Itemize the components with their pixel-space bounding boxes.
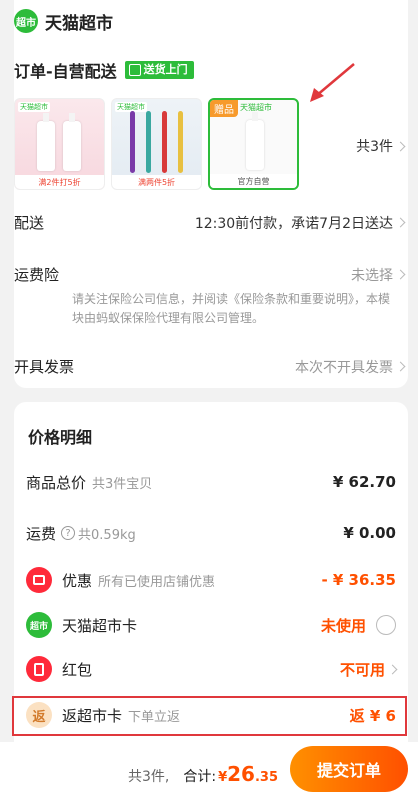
insurance-value: 未选择 [351,267,393,284]
rebate-highlight-box [12,696,407,736]
chevron-right-icon [395,361,406,372]
order-title: 订单-自营配送 [14,62,117,81]
delivery-tag-label: 送货上门 [143,63,188,76]
store-header[interactable]: 超市 天猫超市 [14,8,113,34]
total-price: ¥26.35 [218,762,278,786]
store-name: 天猫超市 [45,13,113,34]
total-count: 共3件, [128,769,170,785]
delivery-label: 配送 [14,214,45,232]
chevron-right-icon [387,664,398,674]
gift-badge: 赠品 [210,100,238,117]
thumb-promo: 满两件5折 [112,175,201,189]
shipping-insurance-row[interactable]: 运费险 未选择 [14,264,406,285]
redpacket-value: 不可用 [339,660,385,679]
submit-order-button[interactable]: 提交订单 [290,746,408,792]
house-icon [128,64,141,76]
product-thumbnail[interactable]: 天猫超市 满2件打5折 [14,98,105,190]
discount-label: 优惠 [62,571,93,590]
price-detail-card: 价格明细 商品总价 共3件宝贝 ¥ 62.70 运费 ? 共0.59kg ¥ 0… [14,402,408,742]
thumb-official: 官方自营 [210,174,297,188]
discount-sub: 所有已使用店铺优惠 [98,574,216,590]
chevron-right-icon [395,217,406,228]
tmall-card-radio[interactable] [376,615,396,635]
checkout-bar: 共3件, 合计: ¥26.35 提交订单 [0,742,418,800]
tmall-card-row[interactable]: 超市 天猫超市卡 未使用 [26,609,396,641]
product-thumbnails[interactable]: 天猫超市 满2件打5折 天猫超市 满两件5折 赠品 天猫超市 官方自营 [14,98,299,190]
total-summary: 共3件, 合计: ¥26.35 [128,762,278,786]
insurance-label: 运费险 [14,266,60,284]
shipping-weight: 共0.59kg [78,527,136,543]
invoice-label: 开具发票 [14,358,75,376]
delivery-value: 12:30前付款，承诺7月2日送达 [194,215,393,232]
tmall-card-label: 天猫超市卡 [62,616,138,635]
item-count-link[interactable]: 共3件 [356,136,406,156]
goods-count: 共3件宝贝 [92,476,153,492]
discount-row[interactable]: 优惠 所有已使用店铺优惠 - ¥ 36.35 [26,564,396,596]
discount-value: - ¥ 36.35 [321,571,396,589]
product-thumbnail[interactable]: 天猫超市 满两件5折 [111,98,202,190]
thumb-promo: 满2件打5折 [15,175,104,189]
goods-total-label: 商品总价 [26,473,87,492]
redpacket-label: 红包 [62,660,93,679]
help-icon[interactable]: ? [61,526,76,540]
order-title-row: 订单-自营配送 送货上门 [14,58,194,82]
invoice-row[interactable]: 开具发票 本次不开具发票 [14,356,406,377]
redpacket-row[interactable]: 红包 不可用 [26,653,398,685]
red-packet-icon [26,656,52,682]
annotation-arrow-icon [310,63,355,102]
insurance-description: 请关注保险公司信息，并阅读《保险条款和重要说明》，本模块由蚂蚁保保险代理有限公司… [72,292,391,325]
delivery-tag: 送货上门 [124,61,194,79]
supermarket-card-icon: 超市 [26,612,52,638]
chevron-right-icon [395,141,406,151]
shipping-fee-label: 运费 [26,524,57,543]
goods-total-value: ¥ 62.70 [332,473,396,491]
tmall-card-value: 未使用 [320,616,366,635]
shipping-fee-value: ¥ 0.00 [343,524,396,542]
coupon-icon [26,567,52,593]
chevron-right-icon [395,269,406,280]
price-detail-title: 价格明细 [28,428,93,447]
product-thumbnail-gift[interactable]: 赠品 天猫超市 官方自营 [208,98,299,190]
delivery-row[interactable]: 配送 12:30前付款，承诺7月2日送达 [14,212,406,233]
total-label: 合计: [183,769,217,785]
invoice-value: 本次不开具发票 [295,359,393,376]
goods-total-row: 商品总价 共3件宝贝 ¥ 62.70 [26,466,396,498]
shipping-fee-row: 运费 ? 共0.59kg ¥ 0.00 [26,517,396,549]
store-logo-icon: 超市 [14,9,38,33]
item-count: 共3件 [356,139,393,155]
thumb-store-label: 天猫超市 [18,102,50,112]
